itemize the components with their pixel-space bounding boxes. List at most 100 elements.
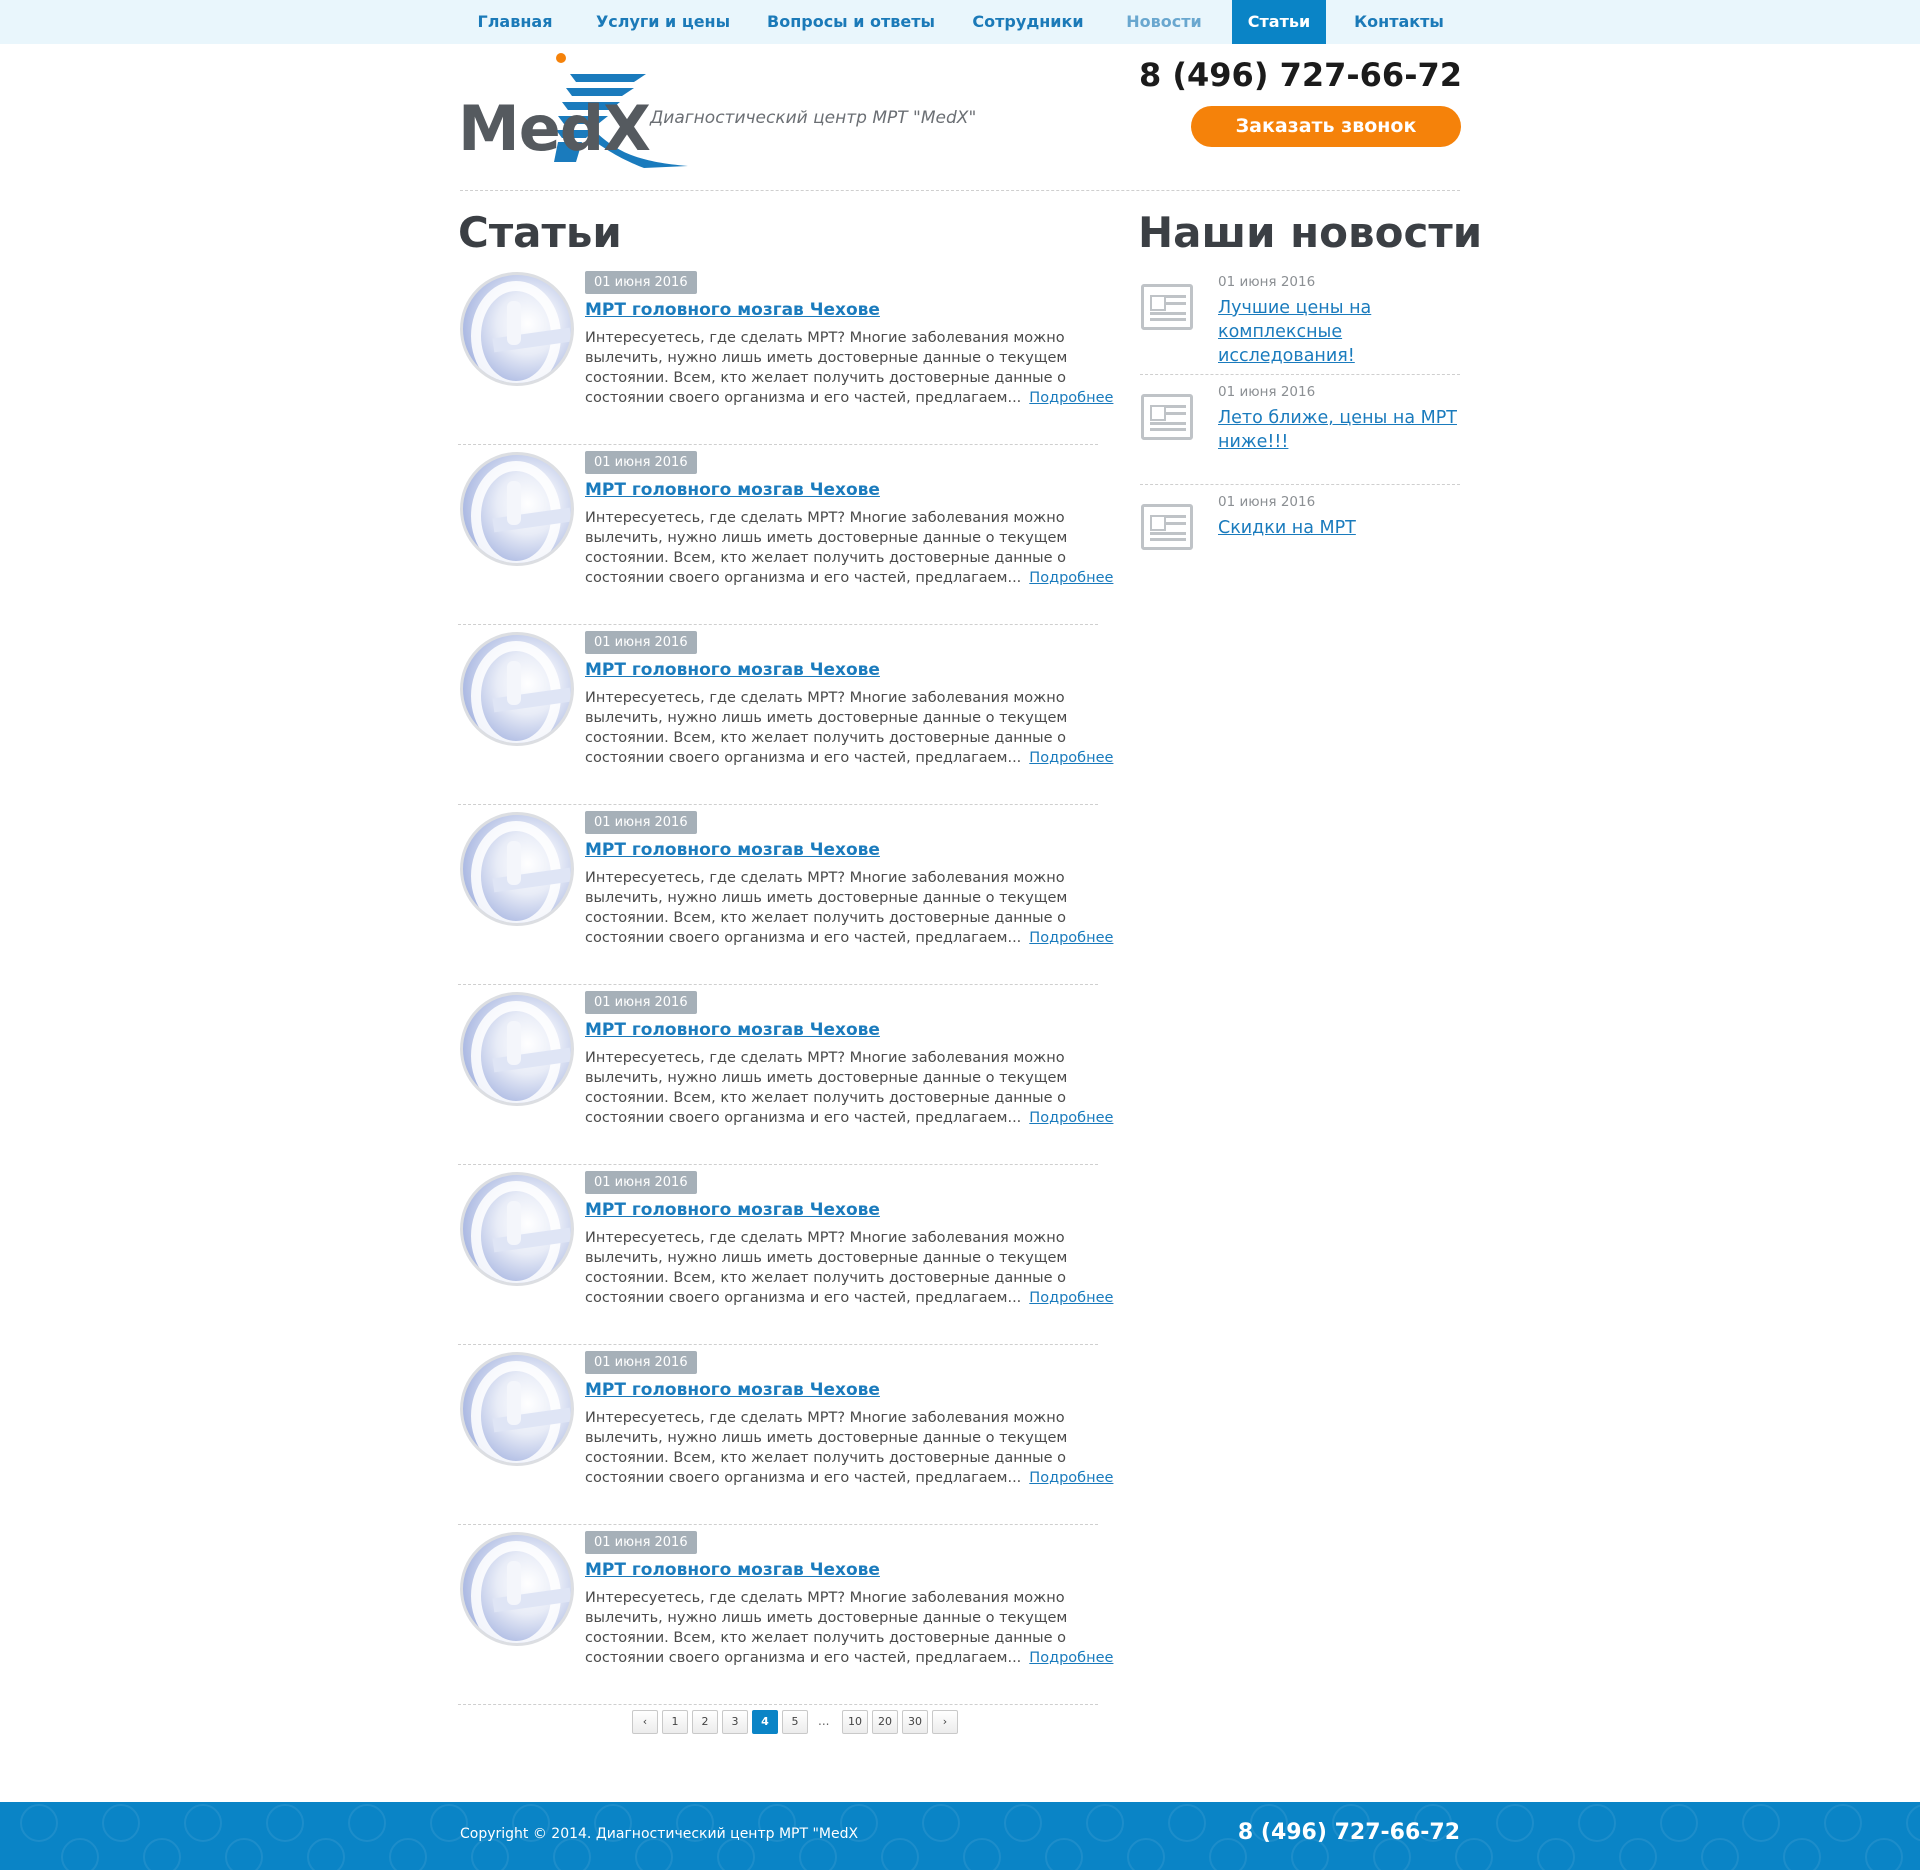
article-thumbnail[interactable] <box>460 632 574 746</box>
footer-pattern-circle <box>1004 1804 1042 1842</box>
footer-pattern-circle <box>1455 1838 1493 1876</box>
doctor-figure-shape <box>507 481 521 525</box>
article-thumbnail[interactable] <box>460 272 574 386</box>
article-date: 01 июня 2016 <box>585 1351 697 1374</box>
read-more-link[interactable]: Подробнее <box>1029 1650 1113 1666</box>
footer-pattern-circle <box>61 1838 99 1876</box>
doctor-figure-shape <box>507 1021 521 1065</box>
footer-pattern-circle <box>963 1838 1001 1876</box>
read-more-link[interactable]: Подробнее <box>1029 1470 1113 1486</box>
newspaper-icon <box>1141 284 1193 330</box>
article-thumbnail[interactable] <box>460 812 574 926</box>
news-title-link[interactable]: Скидки на МРТ <box>1218 516 1458 540</box>
article-thumbnail[interactable] <box>460 452 574 566</box>
prev-page-button[interactable]: ‹ <box>632 1710 658 1734</box>
site-tagline: Диагностический центр МРТ "MedX" <box>650 108 977 128</box>
footer: Copyright © 2014. Диагностический центр … <box>0 1802 1920 1876</box>
footer-pattern-circle <box>1086 1804 1124 1842</box>
nav-item[interactable]: Сотрудники <box>956 0 1100 44</box>
footer-pattern-circle <box>717 1838 755 1876</box>
nav-item[interactable]: Статьи <box>1232 0 1326 44</box>
page-button[interactable]: 5 <box>782 1710 808 1734</box>
article-date: 01 июня 2016 <box>585 1171 697 1194</box>
news-item: 01 июня 2016 Лето ближе, цены на МРТ ниже… <box>1140 374 1460 485</box>
pagination-ellipsis: ... <box>818 1714 830 1728</box>
nav-item[interactable]: Услуги и цены <box>580 0 746 44</box>
page-button[interactable]: 3 <box>722 1710 748 1734</box>
header-phone[interactable]: 8 (496) 727-66-72 <box>1139 56 1462 94</box>
article-thumbnail[interactable] <box>460 1532 574 1646</box>
news-date: 01 июня 2016 <box>1218 384 1316 400</box>
news-date: 01 июня 2016 <box>1218 494 1316 510</box>
article-title-link[interactable]: МРТ головного мозгав Чехове <box>585 840 880 860</box>
page-button[interactable]: 1 <box>662 1710 688 1734</box>
article-item: 01 июня 2016 МРТ головного мозгав Чехове И… <box>458 1524 1113 1705</box>
doctor-figure-shape <box>507 1201 521 1245</box>
next-page-button[interactable]: › <box>932 1710 958 1734</box>
article-title-link[interactable]: МРТ головного мозгав Чехове <box>585 480 880 500</box>
read-more-link[interactable]: Подробнее <box>1029 1290 1113 1306</box>
article-excerpt-text: Интересуетесь, где сделать МРТ? Многие з… <box>585 870 1068 946</box>
callback-button[interactable]: Заказать звонок <box>1191 106 1461 147</box>
nav-item[interactable]: Главная <box>458 0 572 44</box>
article-thumbnail[interactable] <box>460 1352 574 1466</box>
article-excerpt-text: Интересуетесь, где сделать МРТ? Многие з… <box>585 1410 1068 1486</box>
footer-pattern-circle <box>1578 1804 1616 1842</box>
article-excerpt: Интересуетесь, где сделать МРТ? Многие з… <box>585 328 1115 408</box>
footer-pattern-circle <box>20 1804 58 1842</box>
article-title-link[interactable]: МРТ головного мозгав Чехове <box>585 1380 880 1400</box>
nav-item[interactable]: Контакты <box>1338 0 1460 44</box>
page-title: Статьи <box>458 208 622 257</box>
newspaper-icon <box>1141 504 1193 550</box>
article-item: 01 июня 2016 МРТ головного мозгав Чехове И… <box>458 804 1113 985</box>
footer-pattern-circle <box>635 1838 673 1876</box>
footer-pattern-circle <box>881 1838 919 1876</box>
article-title-link[interactable]: МРТ головного мозгав Чехове <box>585 1020 880 1040</box>
article-item: 01 июня 2016 МРТ головного мозгав Чехове И… <box>458 624 1113 805</box>
read-more-link[interactable]: Подробнее <box>1029 570 1113 586</box>
article-item: 01 июня 2016 МРТ головного мозгав Чехове И… <box>458 1344 1113 1525</box>
footer-pattern-circle <box>266 1804 304 1842</box>
article-thumbnail[interactable] <box>460 992 574 1106</box>
article-excerpt-text: Интересуетесь, где сделать МРТ? Многие з… <box>585 1050 1068 1126</box>
nav-item[interactable]: Новости <box>1110 0 1218 44</box>
article-title-link[interactable]: МРТ головного мозгав Чехове <box>585 1200 880 1220</box>
article-excerpt: Интересуетесь, где сделать МРТ? Многие з… <box>585 868 1115 948</box>
newspaper-icon <box>1141 394 1193 440</box>
page-button[interactable]: 30 <box>902 1710 928 1734</box>
news-item: 01 июня 2016 Лучшие цены на комплексные и… <box>1140 264 1460 375</box>
top-navigation: Главная Услуги и цены Вопросы и ответы Сотр… <box>0 0 1920 44</box>
news-title-link[interactable]: Лучшие цены на комплексные исследования! <box>1218 296 1458 368</box>
page-button[interactable]: 20 <box>872 1710 898 1734</box>
footer-pattern-circle <box>389 1838 427 1876</box>
footer-pattern-circle <box>471 1838 509 1876</box>
article-thumbnail[interactable] <box>460 1172 574 1286</box>
footer-pattern-circle <box>799 1838 837 1876</box>
read-more-link[interactable]: Подробнее <box>1029 930 1113 946</box>
read-more-link[interactable]: Подробнее <box>1029 750 1113 766</box>
article-excerpt-text: Интересуетесь, где сделать МРТ? Многие з… <box>585 1230 1068 1306</box>
news-title-link[interactable]: Лето ближе, цены на МРТ ниже!!! <box>1218 406 1458 454</box>
footer-pattern-circle <box>1701 1838 1739 1876</box>
read-more-link[interactable]: Подробнее <box>1029 390 1113 406</box>
doctor-figure-shape <box>507 661 521 705</box>
doctor-figure-shape <box>507 1381 521 1425</box>
article-item: 01 июня 2016 МРТ головного мозгав Чехове И… <box>458 264 1113 445</box>
article-excerpt: Интересуетесь, где сделать МРТ? Многие з… <box>585 1228 1115 1308</box>
read-more-link[interactable]: Подробнее <box>1029 1110 1113 1126</box>
footer-pattern-circle <box>1045 1838 1083 1876</box>
page-button[interactable]: 10 <box>842 1710 868 1734</box>
footer-pattern-circle <box>143 1838 181 1876</box>
nav-item[interactable]: Вопросы и ответы <box>756 0 946 44</box>
page-button[interactable]: 2 <box>692 1710 718 1734</box>
footer-pattern-circle <box>1619 1838 1657 1876</box>
article-item: 01 июня 2016 МРТ головного мозгав Чехове И… <box>458 1164 1113 1345</box>
article-title-link[interactable]: МРТ головного мозгав Чехове <box>585 300 880 320</box>
page-button[interactable]: 4 <box>752 1710 778 1734</box>
article-title-link[interactable]: МРТ головного мозгав Чехове <box>585 1560 880 1580</box>
doctor-figure-shape <box>507 301 521 345</box>
footer-phone[interactable]: 8 (496) 727-66-72 <box>1238 1820 1460 1845</box>
footer-pattern-circle <box>1127 1838 1165 1876</box>
footer-pattern-circle <box>1783 1838 1821 1876</box>
article-title-link[interactable]: МРТ головного мозгав Чехове <box>585 660 880 680</box>
